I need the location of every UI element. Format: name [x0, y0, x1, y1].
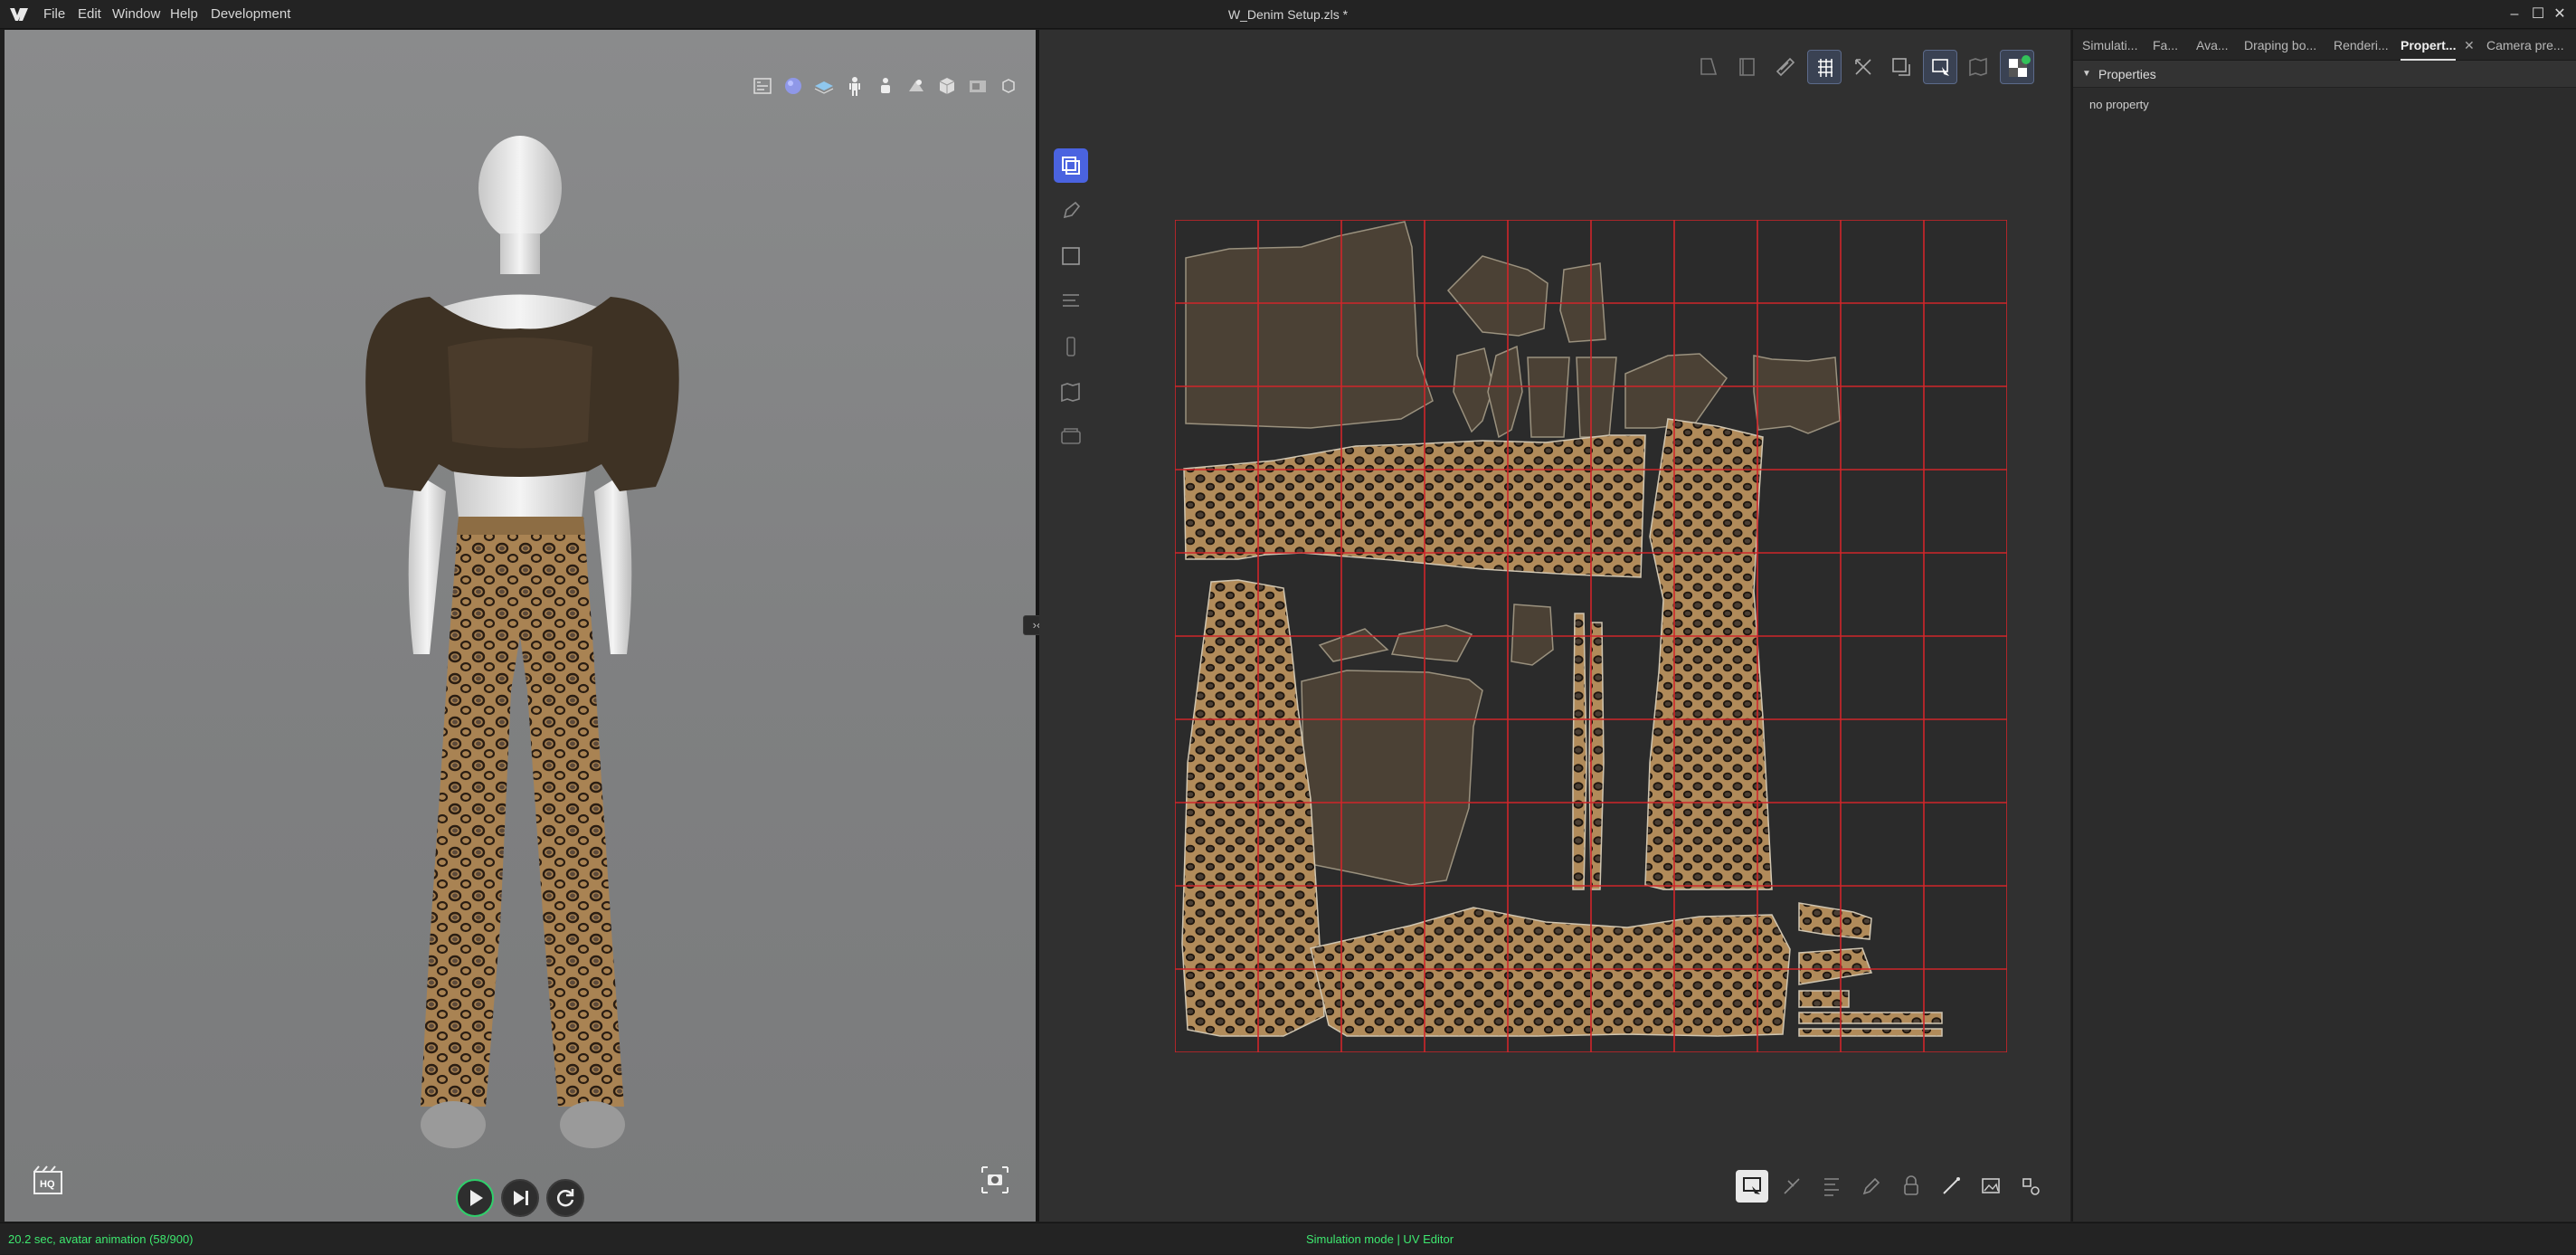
panel-tabs: Simulati... Fa... Ava... Draping bo... R…: [2073, 30, 2576, 61]
image-icon[interactable]: [1975, 1170, 2007, 1203]
mode-status: Simulation mode | UV Editor: [1306, 1232, 1454, 1246]
layer-icon[interactable]: [813, 75, 835, 97]
select-uv-icon[interactable]: [1923, 50, 1957, 84]
snapshot-icon[interactable]: [980, 1165, 1010, 1195]
reset-simulation-button[interactable]: [546, 1179, 584, 1217]
tab-draping-board[interactable]: Draping bo...: [2244, 30, 2316, 61]
tab-fabric[interactable]: Fa...: [2153, 30, 2178, 61]
environment-icon[interactable]: [967, 75, 989, 97]
play-button[interactable]: [456, 1179, 494, 1217]
gizmo-icon[interactable]: [998, 75, 1019, 97]
rectangle-icon[interactable]: [1054, 239, 1088, 273]
menu-file[interactable]: File: [38, 0, 71, 29]
tab-rendering[interactable]: Renderi...: [2334, 30, 2389, 61]
menu-edit[interactable]: Edit: [72, 0, 107, 29]
sphere-shading-icon[interactable]: [782, 75, 804, 97]
map-icon[interactable]: [1961, 50, 1995, 84]
uv-editor[interactable]: [1039, 30, 2070, 1222]
step-forward-button[interactable]: [501, 1179, 539, 1217]
tab-simulation[interactable]: Simulati...: [2082, 30, 2137, 61]
collapse-caret-icon[interactable]: ▼: [2082, 61, 2091, 88]
minimize-icon[interactable]: –: [2505, 5, 2524, 24]
ruler-icon[interactable]: [1054, 284, 1088, 319]
maximize-icon[interactable]: ☐: [2529, 5, 2547, 24]
align-icon[interactable]: [1815, 1170, 1848, 1203]
texture-view-icon[interactable]: [752, 75, 773, 97]
title-bar: File Edit Window Help Development W_Deni…: [0, 0, 2576, 29]
uv-canvas[interactable]: [1175, 220, 2007, 1052]
close-icon[interactable]: ✕: [2551, 5, 2569, 24]
tab-avatar[interactable]: Ava...: [2196, 30, 2229, 61]
menu-help[interactable]: Help: [165, 0, 204, 29]
lock-icon[interactable]: [1895, 1170, 1927, 1203]
status-bar: 20.2 sec, avatar animation (58/900) Simu…: [0, 1222, 2576, 1254]
edit-uv-icon[interactable]: [1730, 50, 1765, 84]
menu-window[interactable]: Window: [107, 0, 166, 29]
tab-property[interactable]: Propert...: [2401, 30, 2457, 61]
3d-viewport[interactable]: HQ: [5, 30, 1036, 1222]
pack-icon[interactable]: [1884, 50, 1918, 84]
avatar-figure[interactable]: [330, 129, 710, 1161]
settings-icon[interactable]: [2014, 1170, 2047, 1203]
pen-edit-icon[interactable]: [1855, 1170, 1888, 1203]
uv-map-icon[interactable]: [1054, 375, 1088, 409]
grid-snap-icon[interactable]: [1807, 50, 1842, 84]
empty-properties-text: no property: [2089, 98, 2149, 111]
seam-icon[interactable]: [1935, 1170, 1967, 1203]
pin-icon[interactable]: [1054, 329, 1088, 364]
sew-uv-icon[interactable]: [1768, 50, 1803, 84]
properties-section-header[interactable]: ▼ Properties: [2073, 61, 2576, 88]
cut-icon[interactable]: [1776, 1170, 1808, 1203]
light-icon[interactable]: [905, 75, 927, 97]
avatar-icon[interactable]: [844, 75, 866, 97]
property-panel: Simulati... Fa... Ava... Draping bo... R…: [2071, 30, 2576, 1222]
app-logo-icon: [10, 8, 28, 21]
simulation-status: 20.2 sec, avatar animation (58/900): [8, 1232, 194, 1246]
scale-uv-icon[interactable]: [1846, 50, 1880, 84]
pen-icon[interactable]: [1054, 194, 1088, 228]
cube-icon[interactable]: [936, 75, 958, 97]
tab-close-icon[interactable]: ✕: [2464, 30, 2475, 61]
properties-title: Properties: [2098, 67, 2156, 81]
avatar-visibility-icon[interactable]: [875, 75, 896, 97]
select-piece-icon[interactable]: [1054, 148, 1088, 183]
hq-label: HQ: [40, 1179, 55, 1190]
transform-uv-icon[interactable]: [1691, 50, 1726, 84]
checker-icon[interactable]: [2000, 50, 2034, 84]
hq-render-icon[interactable]: HQ: [32, 1165, 64, 1195]
display-mode-icon[interactable]: [1736, 1170, 1768, 1203]
tab-camera-preset[interactable]: Camera pre...: [2486, 30, 2564, 61]
texture-icon[interactable]: [1054, 420, 1088, 454]
menu-development[interactable]: Development: [205, 0, 296, 29]
window-title: W_Denim Setup.zls *: [1227, 7, 1349, 22]
